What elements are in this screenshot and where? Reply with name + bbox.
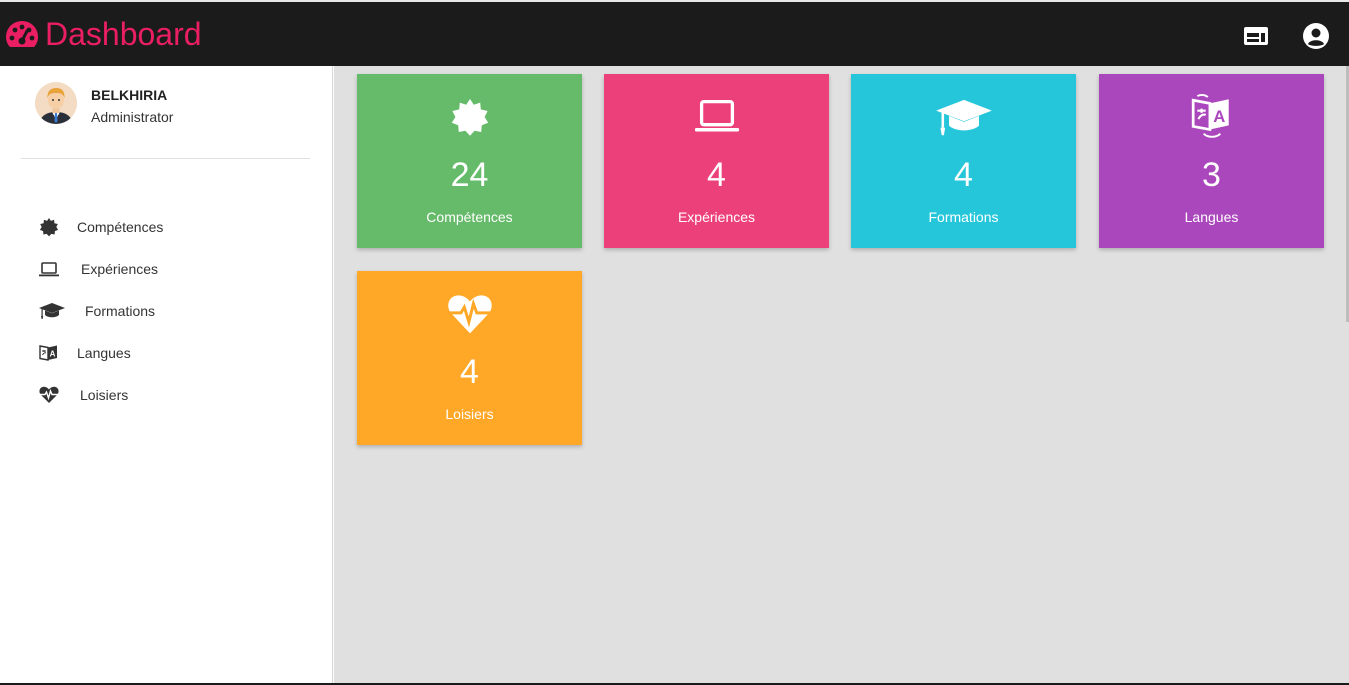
card-icon-wrap bbox=[357, 291, 582, 337]
card-icon-wrap: A bbox=[1099, 94, 1324, 140]
card-formations[interactable]: 4 Formations bbox=[851, 74, 1076, 248]
sidebar-item-competences[interactable]: Compétences bbox=[0, 211, 333, 245]
user-avatar-icon bbox=[35, 82, 77, 124]
badge-icon bbox=[39, 218, 59, 237]
card-experiences[interactable]: 4 Expériences bbox=[604, 74, 829, 248]
sidebar-item-langues[interactable]: A Langues bbox=[0, 337, 333, 371]
laptop-icon bbox=[694, 99, 739, 132]
speedometer-icon bbox=[6, 21, 38, 47]
graduation-cap-icon bbox=[935, 99, 992, 136]
svg-text:A: A bbox=[1213, 107, 1225, 126]
badge-icon bbox=[451, 99, 488, 136]
card-loisiers[interactable]: 4 Loisiers bbox=[357, 271, 582, 445]
sidebar-item-label: Formations bbox=[85, 303, 156, 319]
main-content: 24 Compétences 4 Expériences 4 Formation… bbox=[334, 66, 1349, 685]
card-count: 4 bbox=[707, 156, 726, 194]
card-label: Langues bbox=[1184, 209, 1239, 225]
translate-icon: A bbox=[39, 345, 57, 361]
heartbeat-icon bbox=[39, 386, 59, 403]
card-count: 4 bbox=[460, 353, 479, 391]
avatar[interactable] bbox=[35, 82, 77, 124]
account-circle-icon[interactable] bbox=[1302, 22, 1330, 50]
page-title: Dashboard bbox=[45, 16, 202, 52]
card-label: Loisiers bbox=[445, 406, 494, 422]
user-name: BELKHIRIA bbox=[91, 87, 168, 103]
sidebar-divider bbox=[21, 158, 310, 159]
card-competences[interactable]: 24 Compétences bbox=[357, 74, 582, 248]
brand[interactable]: Dashboard bbox=[5, 16, 202, 52]
sidebar-item-loisiers[interactable]: Loisiers bbox=[0, 379, 333, 413]
card-count: 24 bbox=[450, 156, 489, 194]
sidebar-item-label: Langues bbox=[77, 345, 131, 361]
sidebar-item-experiences[interactable]: Expériences bbox=[0, 253, 333, 287]
sidebar-item-formations[interactable]: Formations bbox=[0, 295, 333, 329]
translate-icon: A bbox=[1191, 94, 1229, 138]
user-role: Administrator bbox=[91, 109, 174, 125]
card-label: Expériences bbox=[677, 209, 756, 225]
card-langues[interactable]: A 3 Langues bbox=[1099, 74, 1324, 248]
graduation-cap-icon bbox=[39, 303, 65, 319]
card-icon-wrap bbox=[604, 94, 829, 140]
heartbeat-icon bbox=[447, 295, 492, 334]
top-app-bar: Dashboard bbox=[0, 0, 1349, 66]
card-count: 3 bbox=[1202, 156, 1221, 194]
web-layout-icon[interactable] bbox=[1242, 22, 1270, 50]
card-label: Compétences bbox=[426, 209, 513, 225]
sidebar-item-label: Loisiers bbox=[80, 387, 129, 403]
svg-text:A: A bbox=[50, 350, 56, 359]
sidebar-item-label: Expériences bbox=[81, 261, 159, 277]
card-label: Formations bbox=[928, 209, 999, 225]
laptop-icon bbox=[39, 262, 59, 277]
card-count: 4 bbox=[954, 156, 973, 194]
sidebar: BELKHIRIA Administrator Compétences Expé… bbox=[0, 66, 333, 685]
card-icon-wrap bbox=[851, 94, 1076, 140]
card-icon-wrap bbox=[357, 94, 582, 140]
sidebar-item-label: Compétences bbox=[77, 219, 164, 235]
